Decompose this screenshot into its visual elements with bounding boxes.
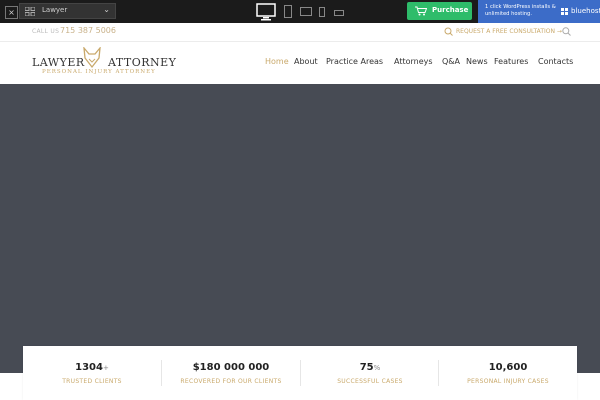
chevron-down-icon: ⌄: [103, 5, 110, 14]
phone-landscape-icon[interactable]: [334, 10, 344, 16]
chat-icon: [444, 27, 453, 36]
stats-panel: 1304+ TRUSTED CLIENTS $180 000 000 RECOV…: [23, 346, 577, 400]
phone-number[interactable]: 715 387 5006: [60, 26, 116, 35]
free-consultation-link[interactable]: REQUEST A FREE CONSULTATION →: [456, 28, 562, 35]
close-button[interactable]: ×: [5, 6, 18, 19]
nav-attorneys[interactable]: Attorneys: [394, 57, 433, 66]
bluehost-banner[interactable]: 1 click WordPress installs & unlimited h…: [478, 0, 600, 23]
hero-section: [0, 84, 600, 373]
nav-about[interactable]: About: [294, 57, 318, 66]
preview-toolbar: × Lawyer ⌄ Purchase 1 click WordPress in…: [0, 0, 600, 23]
desktop-icon[interactable]: [256, 3, 276, 21]
cart-icon: [415, 6, 427, 16]
stat-caption: SUCCESSFUL CASES: [337, 378, 403, 385]
bluehost-text: 1 click WordPress installs & unlimited h…: [485, 4, 556, 17]
purchase-label: Purchase: [432, 6, 469, 14]
stat-caption: TRUSTED CLIENTS: [62, 378, 122, 385]
theme-select-value: Lawyer: [42, 6, 68, 14]
bluehost-brand: bluehost: [571, 7, 600, 15]
logo-tagline: PERSONAL INJURY ATTORNEY: [42, 69, 156, 75]
nav-qa[interactable]: Q&A: [442, 57, 460, 66]
nav-features[interactable]: Features: [494, 57, 528, 66]
stat-value: 1304+: [75, 362, 109, 373]
nav-news[interactable]: News: [466, 57, 488, 66]
tablet-portrait-icon[interactable]: [284, 5, 292, 18]
logo-text-left: LAWYER: [32, 56, 85, 69]
stat-value: 75%: [359, 362, 381, 373]
nav-home[interactable]: Home: [265, 57, 289, 66]
stat-value: 10,600: [488, 362, 528, 373]
stat-item: 10,600 PERSONAL INJURY CASES: [439, 346, 577, 400]
fox-logo-icon: [83, 47, 101, 69]
contact-bar: CALL US 715 387 5006 REQUEST A FREE CONS…: [0, 23, 600, 42]
bluehost-logo-icon: [561, 8, 568, 15]
theme-select[interactable]: Lawyer ⌄: [19, 3, 116, 19]
nav-practice-areas[interactable]: Practice Areas: [326, 57, 383, 66]
phone-portrait-icon[interactable]: [319, 7, 325, 17]
logo-text-right: ATTORNEY: [108, 56, 177, 69]
call-us-label: CALL US: [32, 28, 60, 35]
stat-item: 1304+ TRUSTED CLIENTS: [23, 346, 161, 400]
stat-item: 75% SUCCESSFUL CASES: [301, 346, 439, 400]
site-header: LAWYER ATTORNEY PERSONAL INJURY ATTORNEY…: [0, 42, 600, 84]
stat-item: $180 000 000 RECOVERED FOR OUR CLIENTS: [162, 346, 300, 400]
nav-contacts[interactable]: Contacts: [538, 57, 573, 66]
grid-icon: [25, 7, 35, 16]
purchase-button[interactable]: Purchase: [407, 2, 472, 20]
stat-value: $180 000 000: [192, 362, 270, 373]
stat-caption: RECOVERED FOR OUR CLIENTS: [180, 378, 282, 385]
stat-caption: PERSONAL INJURY CASES: [467, 378, 549, 385]
tablet-landscape-icon[interactable]: [300, 7, 312, 16]
search-icon[interactable]: [562, 27, 571, 36]
